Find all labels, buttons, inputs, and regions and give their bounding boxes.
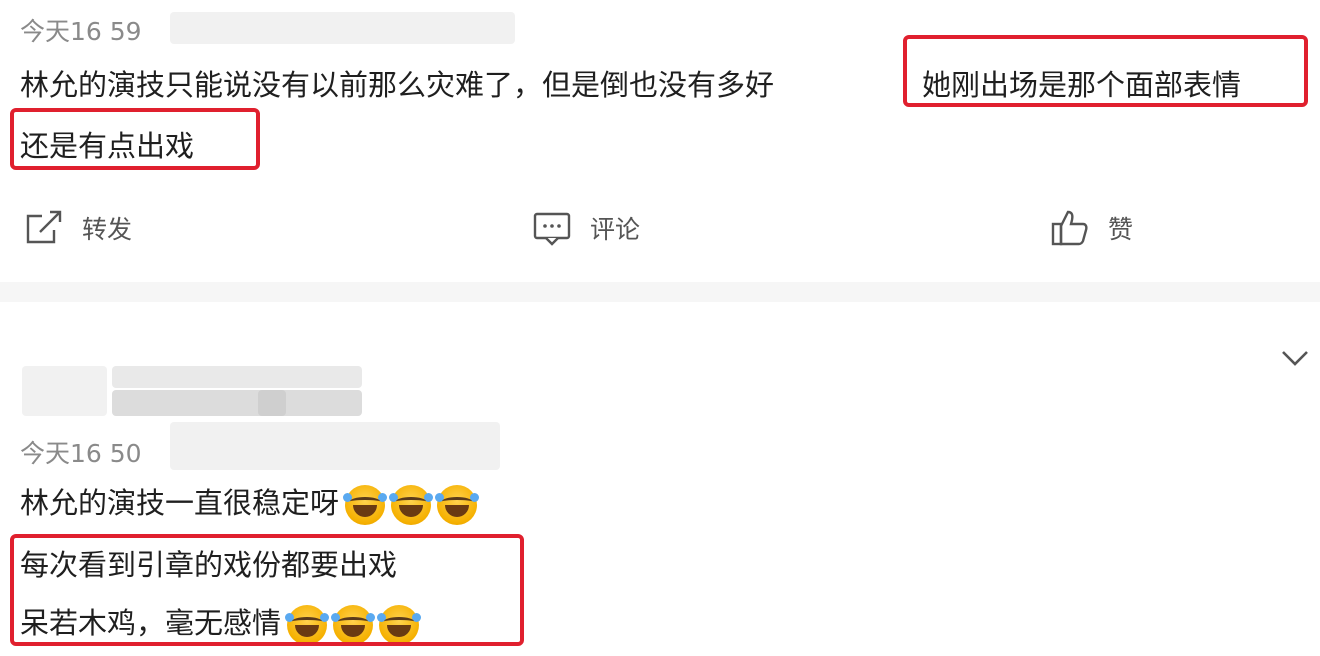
laugh-cry-emoji bbox=[435, 485, 480, 525]
comment-icon bbox=[533, 212, 571, 246]
repost-icon bbox=[26, 210, 62, 244]
comment-card-2: 今天16 50 林允的演技一直很稳定呀 每次看到引章的戏份都要出戏 呆若木鸡，毫… bbox=[0, 302, 1320, 656]
laugh-cry-emoji bbox=[389, 485, 434, 525]
section-divider bbox=[0, 282, 1320, 302]
thumbs-up-icon bbox=[1051, 210, 1088, 246]
highlight-box-1 bbox=[903, 35, 1308, 107]
blurred-username bbox=[170, 12, 515, 44]
highlight-box-2 bbox=[10, 108, 260, 170]
comment-text-line-1: 林允的演技只能说没有以前那么灾难了，但是倒也没有多好 bbox=[20, 68, 775, 102]
timestamp: 今天16 50 bbox=[20, 439, 142, 468]
comment-button[interactable]: 评论 bbox=[532, 210, 640, 246]
comment-label: 评论 bbox=[590, 215, 641, 244]
blurred-username-bottom bbox=[112, 390, 362, 416]
blurred-meta bbox=[170, 422, 500, 470]
repost-label: 转发 bbox=[82, 215, 133, 244]
blurred-badge bbox=[258, 390, 286, 416]
blurred-avatar bbox=[22, 366, 107, 416]
highlight-box-3 bbox=[10, 534, 524, 646]
blurred-username-top bbox=[112, 366, 362, 388]
comment-text-line-1: 林允的演技一直很稳定呀 bbox=[20, 480, 480, 525]
like-label: 赞 bbox=[1108, 215, 1134, 244]
timestamp: 今天16 59 bbox=[20, 17, 142, 46]
comment-text: 林允的演技一直很稳定呀 bbox=[20, 486, 340, 520]
laugh-cry-emoji bbox=[343, 485, 388, 525]
comment-card-1: 今天16 59 林允的演技只能说没有以前那么灾难了，但是倒也没有多好 她刚出场是… bbox=[0, 0, 1320, 282]
repost-button[interactable]: 转发 bbox=[24, 210, 132, 246]
like-button[interactable]: 赞 bbox=[1050, 208, 1133, 248]
